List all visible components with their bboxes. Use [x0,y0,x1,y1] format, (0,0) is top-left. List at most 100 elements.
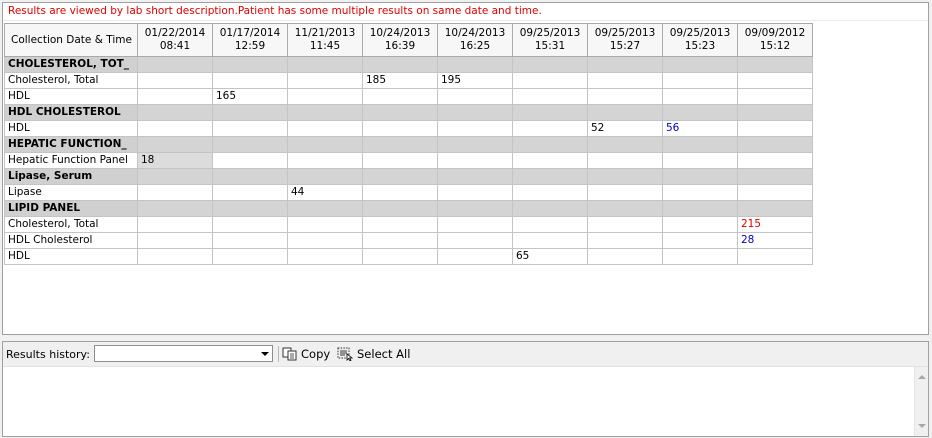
result-cell[interactable] [437,232,513,249]
result-cell[interactable] [362,184,438,201]
result-cell[interactable]: 185 [362,72,438,89]
history-scrollbar[interactable] [914,367,928,436]
result-cell[interactable] [662,248,738,265]
column-header-collection[interactable]: Collection Date & Time [4,23,138,57]
result-cell[interactable] [362,216,438,233]
result-cell[interactable] [287,216,363,233]
column-header-3[interactable]: 11/21/2013 11:45 [287,23,363,57]
result-cell[interactable] [137,184,213,201]
column-header-7[interactable]: 09/25/2013 15:27 [587,23,663,57]
result-cell[interactable] [212,232,288,249]
column-header-5[interactable]: 10/24/2013 16:25 [437,23,513,57]
result-cell[interactable] [362,232,438,249]
result-cell[interactable] [137,72,213,89]
chevron-down-icon[interactable] [261,352,269,356]
result-cell[interactable] [512,216,588,233]
group-label[interactable]: HEPATIC FUNCTION_ [4,136,138,153]
result-cell[interactable]: 18 [137,152,213,169]
group-label[interactable]: LIPID PANEL [4,200,138,217]
result-cell[interactable] [512,88,588,105]
result-cell[interactable] [737,152,813,169]
result-cell[interactable]: 195 [437,72,513,89]
result-cell[interactable] [287,248,363,265]
result-cell[interactable] [437,216,513,233]
result-cell[interactable] [287,120,363,137]
result-cell[interactable] [587,232,663,249]
history-dropdown[interactable] [94,345,273,362]
result-cell[interactable] [212,152,288,169]
column-header-4[interactable]: 10/24/2013 16:39 [362,23,438,57]
result-cell[interactable] [212,72,288,89]
result-cell[interactable] [362,152,438,169]
test-label[interactable]: HDL [4,88,138,105]
scroll-up-arrow-icon[interactable] [918,375,926,379]
result-cell[interactable] [737,248,813,265]
result-cell[interactable] [437,88,513,105]
result-cell[interactable] [287,88,363,105]
result-cell[interactable] [662,184,738,201]
result-cell[interactable] [212,248,288,265]
select-all-button[interactable]: Select All [337,346,410,362]
copy-button[interactable]: Copy [282,346,330,362]
result-cell[interactable] [512,152,588,169]
result-cell[interactable] [512,120,588,137]
result-cell[interactable] [662,152,738,169]
result-cell[interactable]: 65 [512,248,588,265]
result-cell[interactable] [287,152,363,169]
result-cell[interactable] [437,184,513,201]
result-cell[interactable] [137,88,213,105]
result-cell[interactable] [137,248,213,265]
result-cell[interactable]: 44 [287,184,363,201]
test-label[interactable]: HDL Cholesterol [4,232,138,249]
result-cell[interactable] [287,232,363,249]
test-label[interactable]: Cholesterol, Total [4,216,138,233]
result-cell[interactable] [737,72,813,89]
result-cell[interactable] [587,248,663,265]
result-cell[interactable] [362,120,438,137]
result-cell[interactable] [662,216,738,233]
result-cell[interactable] [587,216,663,233]
test-label[interactable]: Hepatic Function Panel [4,152,138,169]
result-cell[interactable] [737,88,813,105]
result-cell[interactable] [662,72,738,89]
result-cell[interactable] [662,88,738,105]
result-cell[interactable] [137,232,213,249]
result-cell[interactable] [512,232,588,249]
result-cell[interactable] [437,120,513,137]
result-cell[interactable] [587,152,663,169]
column-header-6[interactable]: 09/25/2013 15:31 [512,23,588,57]
column-header-1[interactable]: 01/22/2014 08:41 [137,23,213,57]
column-header-8[interactable]: 09/25/2013 15:23 [662,23,738,57]
result-cell[interactable] [287,72,363,89]
result-cell[interactable]: 215 [737,216,813,233]
result-cell[interactable]: 165 [212,88,288,105]
test-label[interactable]: HDL [4,248,138,265]
test-label[interactable]: Cholesterol, Total [4,72,138,89]
result-cell[interactable] [362,88,438,105]
result-cell[interactable] [587,88,663,105]
column-header-9[interactable]: 09/09/2012 15:12 [737,23,813,57]
result-cell[interactable] [437,152,513,169]
history-text-area[interactable] [3,367,914,436]
result-cell[interactable] [362,248,438,265]
results-grid[interactable]: Collection Date & Time 01/22/2014 08:41 01… [4,23,813,265]
result-cell[interactable] [512,184,588,201]
scroll-down-arrow-icon[interactable] [918,424,926,428]
result-cell[interactable] [212,120,288,137]
group-label[interactable]: CHOLESTEROL, TOT_ [4,56,138,73]
result-cell[interactable] [587,72,663,89]
column-header-2[interactable]: 01/17/2014 12:59 [212,23,288,57]
result-cell[interactable] [737,120,813,137]
result-cell[interactable] [662,232,738,249]
group-label[interactable]: HDL CHOLESTEROL [4,104,138,121]
group-label[interactable]: Lipase, Serum [4,168,138,185]
result-cell[interactable] [587,184,663,201]
result-cell[interactable]: 28 [737,232,813,249]
result-cell[interactable] [437,248,513,265]
result-cell[interactable] [137,216,213,233]
result-cell[interactable] [512,72,588,89]
test-label[interactable]: HDL [4,120,138,137]
result-cell[interactable] [737,184,813,201]
test-label[interactable]: Lipase [4,184,138,201]
result-cell[interactable] [137,120,213,137]
